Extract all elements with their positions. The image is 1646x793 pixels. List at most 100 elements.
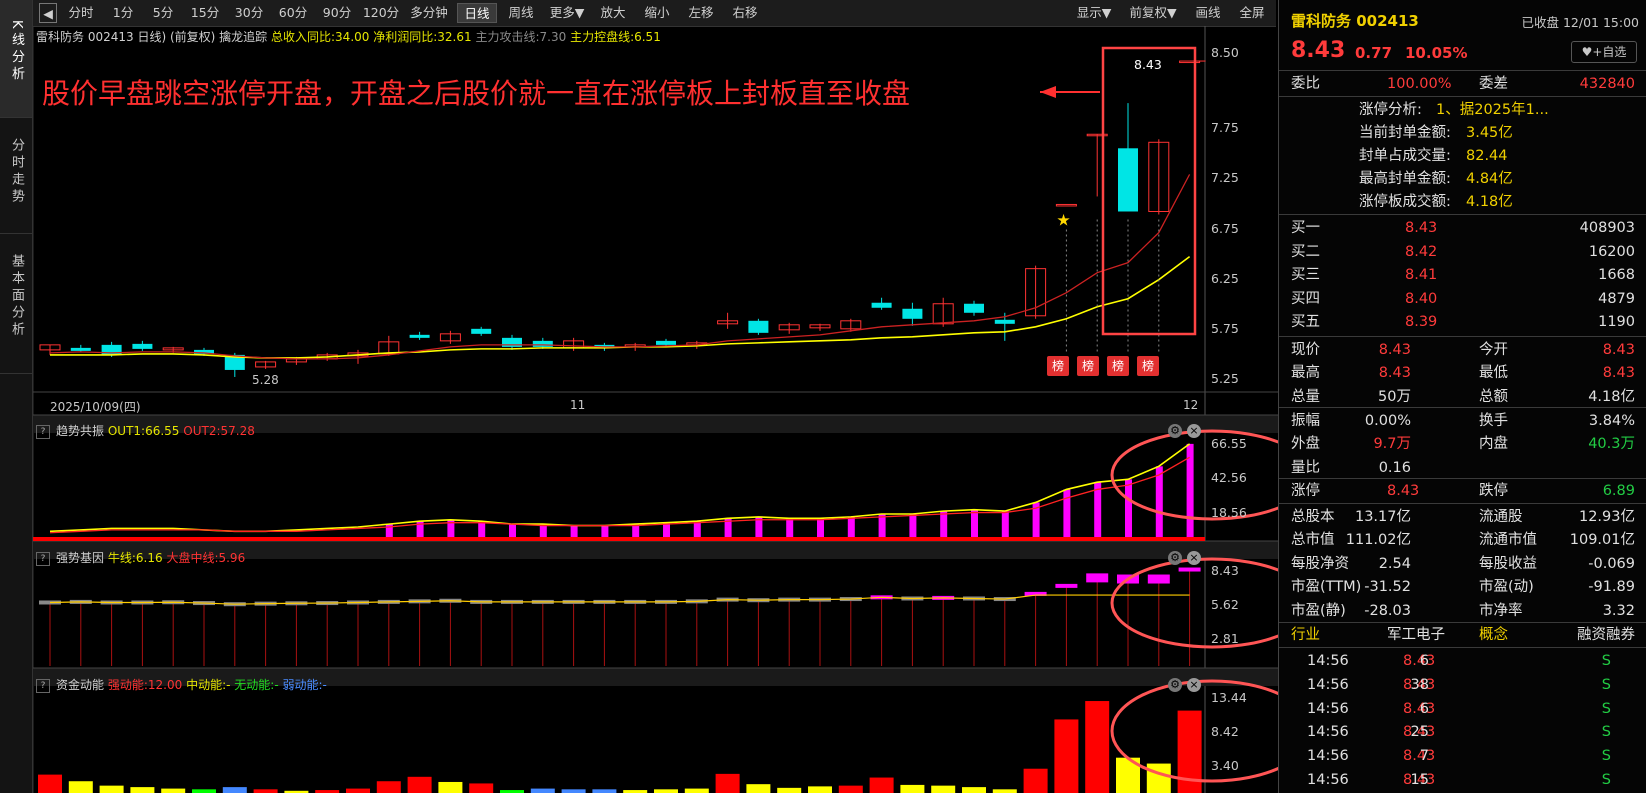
- highlight-ellipse: [1110, 557, 1278, 649]
- tick-direction: S: [1601, 653, 1611, 669]
- gear-icon[interactable]: ⚙: [1168, 678, 1182, 692]
- out2-line: [49, 456, 1190, 534]
- strength-axis-mid: 5.62: [1211, 597, 1239, 612]
- bid-row[interactable]: 买四 8.40 4879: [1279, 287, 1646, 311]
- stat-label: 总股本: [1291, 509, 1335, 525]
- bid-diff-value: 432840: [1579, 76, 1635, 92]
- price-axis-label: 8.50: [1211, 45, 1239, 61]
- concept-label[interactable]: 概念: [1479, 623, 1508, 647]
- industry-label[interactable]: 行业: [1291, 623, 1320, 647]
- price-change-pct: 10.05%: [1405, 44, 1468, 62]
- bull-line: [49, 594, 1190, 605]
- fund-bar: [931, 785, 956, 793]
- tick-volume: 6: [1419, 653, 1429, 669]
- fund-bar: [684, 788, 709, 793]
- candle-body: [964, 303, 984, 313]
- bid-diff-label: 委差: [1479, 76, 1508, 92]
- trend-bar: [971, 509, 978, 540]
- list-badge[interactable]: 榜: [1107, 356, 1129, 376]
- list-badge[interactable]: 榜: [1077, 356, 1099, 376]
- tick-direction: S: [1601, 724, 1611, 741]
- stat-label: 市盈(TTM): [1291, 579, 1362, 596]
- fund-bar: [407, 776, 432, 793]
- stat-value: 0.16: [1378, 459, 1411, 476]
- limit-info-key: 涨停板成交额:: [1359, 194, 1451, 210]
- industry-value[interactable]: 军工电子: [1387, 623, 1445, 647]
- market-status: 已收盘 12/01 15:00: [1521, 15, 1640, 30]
- strength-block: [1178, 567, 1201, 572]
- list-badge[interactable]: 榜: [1047, 356, 1069, 376]
- strength-block: [1147, 574, 1170, 584]
- fund-bar: [530, 788, 555, 793]
- bid-level: 买三: [1291, 267, 1320, 284]
- stat-row: 每股净资 2.54 每股收益 -0.069: [1279, 552, 1646, 576]
- list-badge[interactable]: 榜: [1137, 356, 1159, 376]
- add-watchlist-label: +自选: [1592, 45, 1627, 59]
- limit-info-row: 封单占成交量: 82.44: [1279, 144, 1646, 168]
- bid-price: 8.41: [1405, 267, 1438, 284]
- tick-row: 14:56 8.43 25 S: [1279, 720, 1646, 744]
- tick-time: 14:56: [1307, 748, 1349, 765]
- low-price-label: 5.28: [252, 373, 279, 387]
- stat-value: 8.43: [1602, 365, 1635, 382]
- kline-chart[interactable]: ★: [0, 0, 1278, 793]
- tick-time: 14:56: [1307, 676, 1349, 693]
- gear-icon[interactable]: ⚙: [1168, 551, 1182, 565]
- close-icon[interactable]: ×: [1187, 551, 1201, 565]
- stat-label: 最高: [1291, 365, 1320, 382]
- stat-row: 市盈(静) -28.03 市净率 3.32: [1279, 599, 1646, 623]
- fund-bar: [715, 773, 740, 793]
- stat-label: 内盘: [1479, 436, 1508, 453]
- tick-row: 14:56 8.43 7 S: [1279, 744, 1646, 768]
- bid-price: 8.39: [1405, 314, 1438, 331]
- add-watchlist-button[interactable]: ♥+自选: [1571, 41, 1637, 63]
- tick-time: 14:56: [1307, 700, 1349, 717]
- limit-info-key: 涨停分析:: [1359, 102, 1422, 118]
- stat-value: 109.01亿: [1569, 532, 1635, 549]
- limit-info-row: 最高封单金额: 4.84亿: [1279, 167, 1646, 191]
- panel-name: 资金动能: [56, 678, 105, 692]
- candle-body: [656, 340, 676, 345]
- close-icon[interactable]: ×: [1187, 678, 1201, 692]
- stat-value: 3.84%: [1588, 413, 1635, 429]
- limit-info-value: 4.84亿: [1466, 171, 1513, 187]
- limit-info-value: 82.44: [1466, 148, 1508, 164]
- limit-info-value: 3.45亿: [1466, 125, 1513, 141]
- bid-row[interactable]: 买一 8.43 408903: [1279, 216, 1646, 240]
- help-icon[interactable]: ?: [36, 678, 50, 693]
- candle-body: [1118, 148, 1138, 212]
- trend-bar: [1094, 482, 1102, 540]
- ma-line-yellow: [50, 255, 1191, 359]
- stat-label: 最低: [1479, 365, 1508, 382]
- panel-title-strength: ? 强势基因 牛线:6.16 大盘中线:5.96: [36, 549, 245, 566]
- bid-volume: 408903: [1579, 220, 1635, 236]
- date-label-end: 12: [1183, 398, 1199, 412]
- bull-line-value: 牛线:6.16: [107, 551, 163, 565]
- bid-row[interactable]: 买二 8.42 16200: [1279, 240, 1646, 264]
- annotation-text: 股价早盘跳空涨停开盘，开盘之后股价就一直在涨停板上封板直至收盘: [42, 77, 911, 110]
- margin-trading[interactable]: 融资融券: [1577, 623, 1635, 647]
- fund-bar: [161, 788, 186, 793]
- star-icon: ★: [1056, 211, 1070, 230]
- bid-row[interactable]: 买五 8.39 1190: [1279, 310, 1646, 334]
- gear-icon[interactable]: ⚙: [1168, 424, 1182, 438]
- close-icon[interactable]: ×: [1187, 424, 1201, 438]
- candle-body: [871, 302, 892, 308]
- tick-row: 14:56 8.43 38 S: [1279, 673, 1646, 697]
- help-icon[interactable]: ?: [36, 424, 50, 439]
- strength-axis-low: 2.81: [1211, 631, 1239, 646]
- fund-bar: [469, 783, 494, 793]
- bid-volume: 4879: [1598, 290, 1635, 307]
- stat-label: 总额: [1479, 388, 1508, 405]
- limit-info-key: 最高封单金额:: [1359, 171, 1451, 187]
- bid-row[interactable]: 买三 8.41 1668: [1279, 263, 1646, 287]
- tick-volume: 38: [1410, 676, 1429, 693]
- weak-momentum: 弱动能:-: [282, 678, 327, 692]
- help-icon[interactable]: ?: [36, 551, 50, 566]
- fund-bar: [962, 787, 986, 793]
- fund-bar: [808, 786, 832, 793]
- fund-bar: [192, 789, 216, 793]
- fund-bar: [346, 788, 370, 793]
- out1-line: [49, 443, 1191, 533]
- trend-bar: [847, 516, 855, 540]
